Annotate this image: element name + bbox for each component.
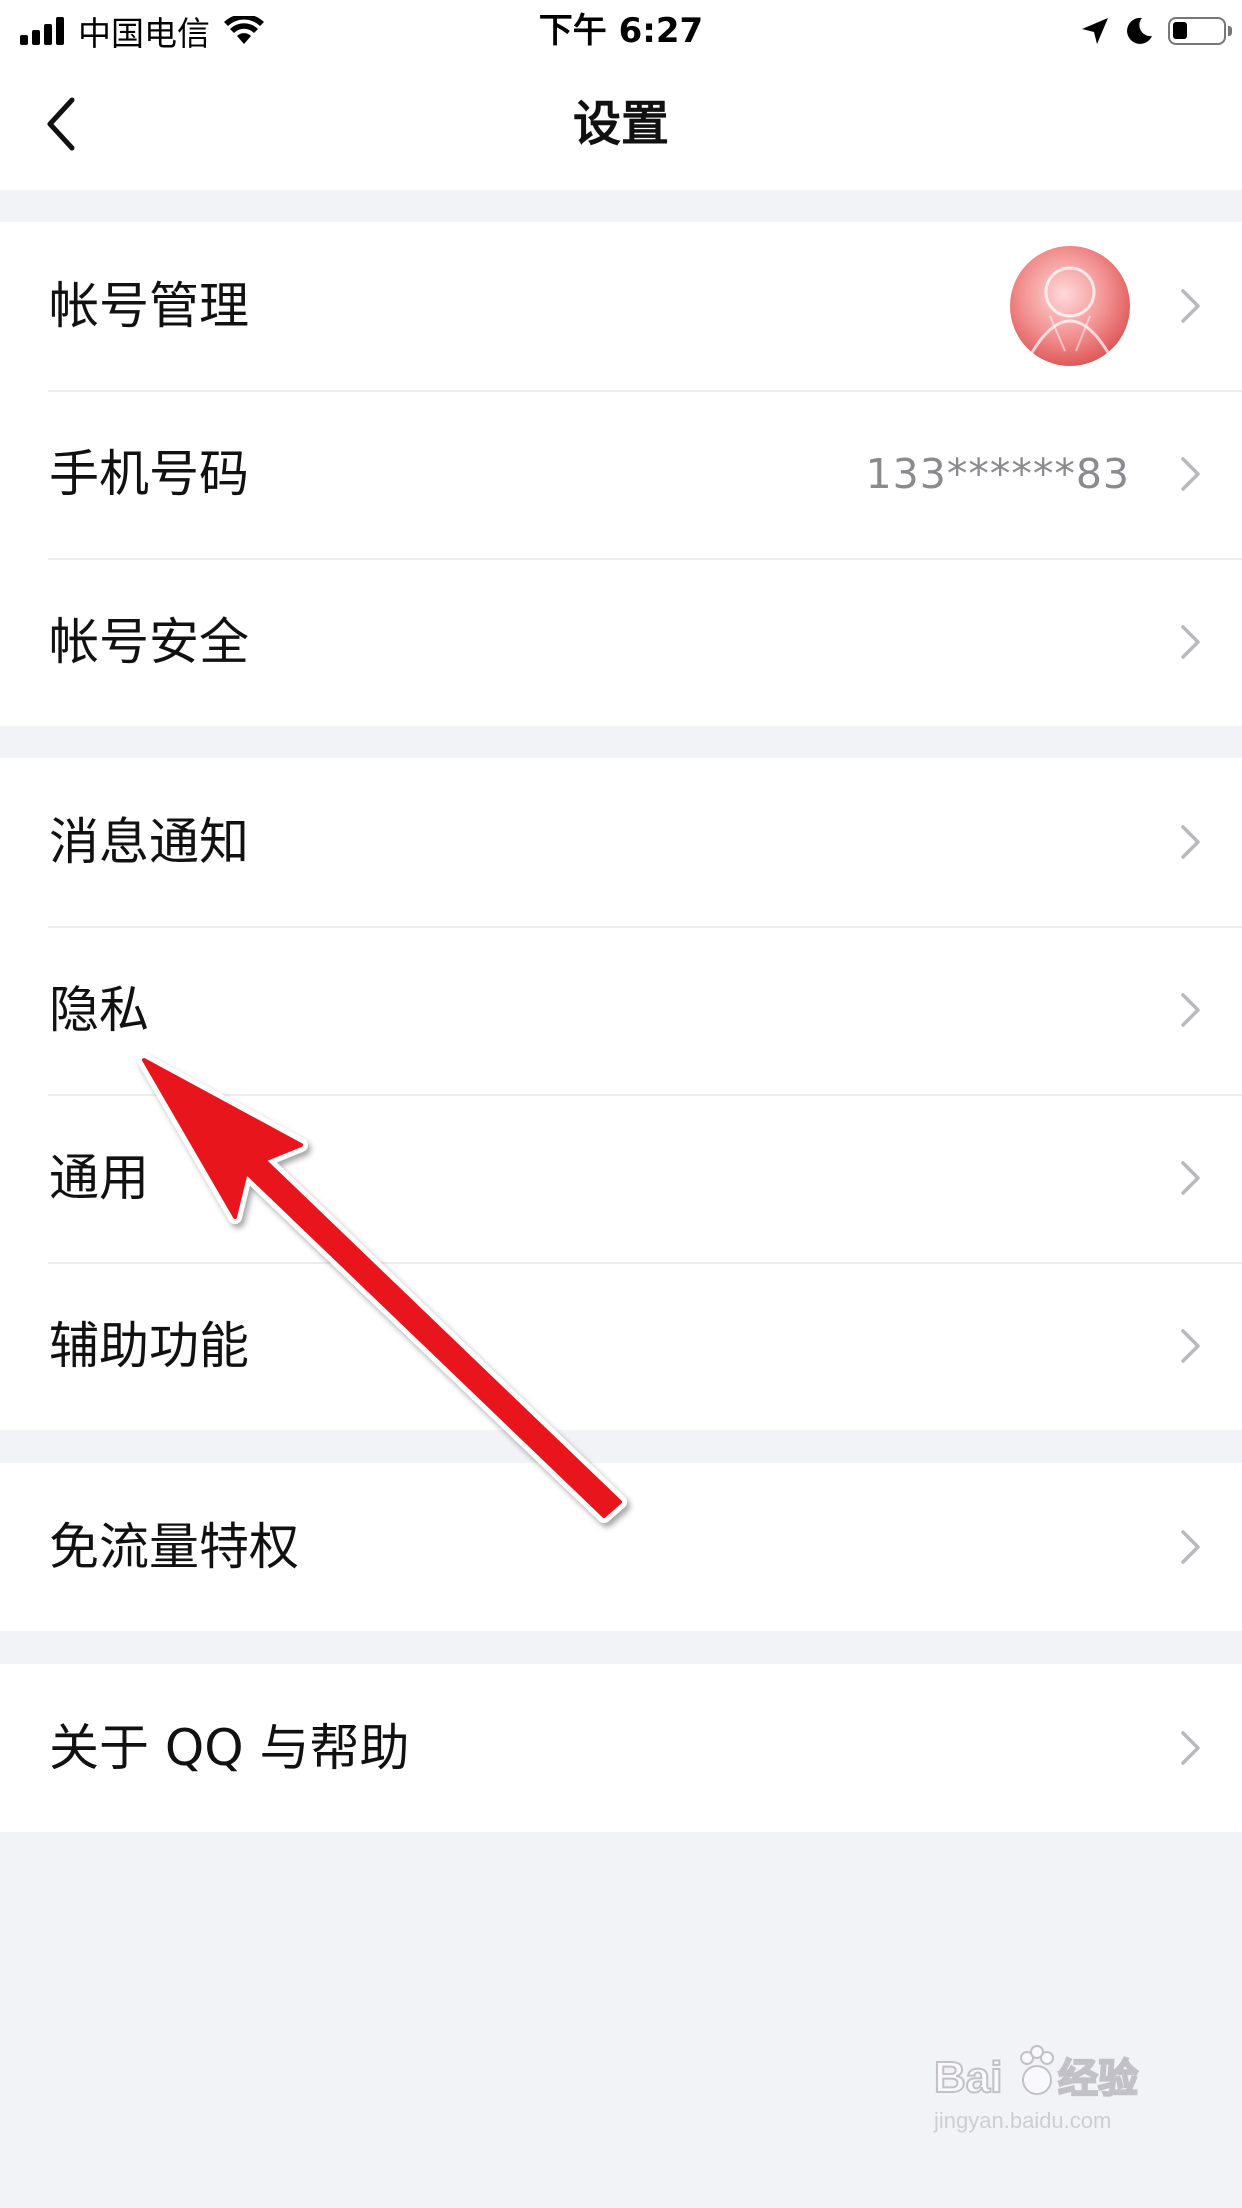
settings-row-general[interactable]: 通用	[0, 1094, 1242, 1262]
account-group: 帐号管理 手机号码 133******83 帐号安全	[0, 222, 1242, 726]
battery-icon	[1168, 17, 1232, 45]
settings-row-notifications[interactable]: 消息通知	[0, 758, 1242, 926]
row-label: 通用	[49, 1149, 149, 1207]
phone-number-value: 133******83	[865, 450, 1130, 498]
settings-row-privacy[interactable]: 隐私	[0, 926, 1242, 1094]
row-label: 消息通知	[49, 813, 249, 871]
row-label: 帐号安全	[49, 613, 249, 671]
battery-level	[1173, 22, 1187, 39]
row-label: 手机号码	[49, 445, 249, 503]
chevron-right-icon	[1181, 625, 1200, 659]
data-plan-group: 免流量特权	[0, 1463, 1242, 1631]
settings-screen: 中国电信 下午 6:27 设置 帐号管理 手机号码 133******83 帐号…	[0, 0, 1242, 2208]
watermark-logo-icon: Bai 经验 jingyan.baidu.com	[933, 2045, 1139, 2133]
settings-row-about-help[interactable]: 关于 QQ 与帮助	[0, 1664, 1242, 1832]
row-label: 关于 QQ 与帮助	[49, 1719, 410, 1777]
page-title: 设置	[572, 96, 669, 152]
row-label: 免流量特权	[49, 1518, 299, 1576]
chevron-right-icon	[1181, 1329, 1200, 1363]
chevron-right-icon	[1181, 993, 1200, 1027]
avatar[interactable]	[1010, 246, 1130, 366]
chevron-right-icon	[1181, 1731, 1200, 1765]
settings-row-free-data[interactable]: 免流量特权	[0, 1463, 1242, 1631]
row-label: 辅助功能	[49, 1317, 249, 1375]
status-right	[1080, 8, 1232, 54]
preferences-group: 消息通知 隐私 通用 辅助功能	[0, 758, 1242, 1430]
chevron-right-icon	[1181, 289, 1200, 323]
baidu-jingyan-watermark: Bai 经验 jingyan.baidu.com	[932, 2038, 1172, 2138]
navigation-bar: 设置	[0, 62, 1242, 190]
location-arrow-icon	[1082, 18, 1108, 44]
about-group: 关于 QQ 与帮助	[0, 1664, 1242, 1832]
watermark-brand: Bai	[934, 2053, 1002, 2102]
settings-row-account-security[interactable]: 帐号安全	[0, 558, 1242, 726]
watermark-brand-cn: 经验	[1058, 2056, 1138, 2102]
avatar-silhouette-icon	[1028, 266, 1112, 357]
status-time: 下午 6:27	[538, 11, 704, 51]
settings-row-phone-number[interactable]: 手机号码 133******83	[0, 390, 1242, 558]
chevron-right-icon	[1181, 1161, 1200, 1195]
status-bar: 中国电信 下午 6:27	[0, 0, 1242, 62]
watermark-url: jingyan.baidu.com	[933, 2108, 1111, 2133]
settings-row-accessibility[interactable]: 辅助功能	[0, 1262, 1242, 1430]
row-label: 隐私	[49, 981, 149, 1039]
settings-row-account-management[interactable]: 帐号管理	[0, 222, 1242, 390]
row-label: 帐号管理	[49, 277, 249, 335]
chevron-right-icon	[1181, 1530, 1200, 1564]
chevron-right-icon	[1181, 825, 1200, 859]
chevron-right-icon	[1181, 457, 1200, 491]
do-not-disturb-moon-icon	[1127, 17, 1152, 44]
